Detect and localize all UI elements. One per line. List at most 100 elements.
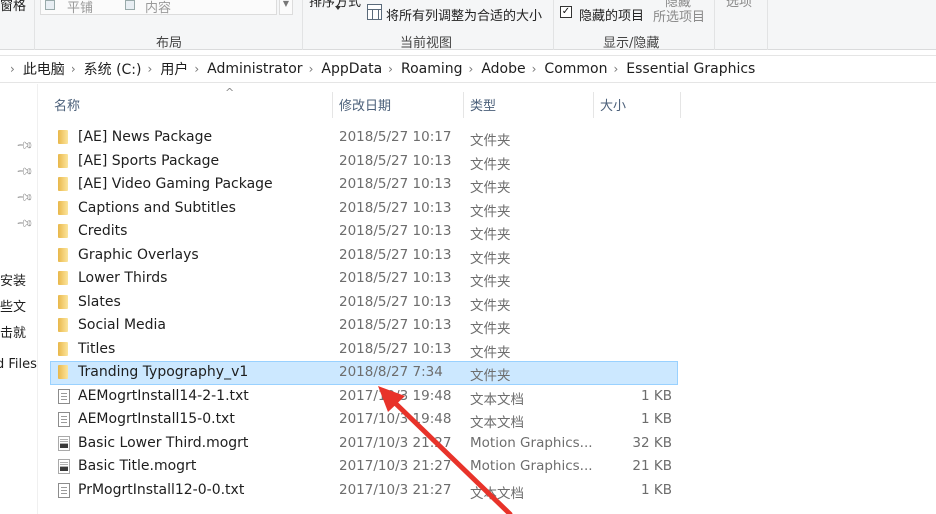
column-resize-handle[interactable] (463, 92, 464, 118)
nav-item[interactable]: 安装 (0, 270, 26, 289)
folder-icon (58, 177, 68, 191)
breadcrumb-item[interactable]: 用户 (160, 59, 188, 79)
mogrt-file-icon (58, 435, 70, 451)
group-separator (553, 0, 554, 50)
breadcrumb-item[interactable]: Roaming (401, 61, 463, 77)
file-list-row[interactable]: Basic Lower Third.mogrt 2017/10/3 21:27 Mo… (50, 432, 678, 456)
file-type: 文件夹 (470, 297, 511, 314)
file-list-row[interactable]: Slates 2018/5/27 10:13 文件夹 (50, 291, 678, 315)
file-list-row[interactable]: AEMogrtInstall14-2-1.txt 2017/10/3 19:48 文… (50, 385, 678, 409)
layout-option-tiles[interactable]: 平铺 (67, 0, 93, 16)
folder-icon (58, 294, 68, 309)
chevron-right-icon[interactable]: › (10, 62, 15, 76)
file-type: 文件夹 (470, 368, 511, 384)
group-separator (714, 0, 715, 50)
chevron-right-icon[interactable]: › (309, 62, 314, 76)
folder-icon (58, 153, 68, 168)
file-name: Lower Thirds (78, 270, 168, 286)
file-list-row[interactable]: [AE] News Package 2018/5/27 10:17 文件夹 (50, 126, 678, 150)
file-size: 1 KB (641, 411, 672, 427)
text-document-icon (58, 388, 70, 404)
file-list-row[interactable]: Lower Thirds 2018/5/27 10:13 文件夹 (50, 267, 678, 291)
file-name: Credits (78, 223, 128, 239)
folder-icon (58, 247, 68, 262)
column-header-type[interactable]: 类型 (470, 95, 496, 114)
chevron-right-icon[interactable]: › (613, 62, 618, 76)
file-list-row[interactable]: [AE] Video Gaming Package 2018/5/27 10:13… (50, 173, 678, 197)
options-button[interactable]: 选项 (726, 0, 752, 10)
breadcrumb-item[interactable]: Common (544, 61, 607, 77)
file-type: 文本文档 (470, 391, 524, 408)
file-name: AEMogrtInstall15-0.txt (78, 411, 235, 427)
chevron-right-icon[interactable]: › (71, 62, 76, 76)
tiles-icon (45, 0, 55, 10)
column-header-date[interactable]: 修改日期 (339, 95, 391, 114)
column-header-size[interactable]: 大小 (600, 95, 626, 114)
file-list-row[interactable]: Captions and Subtitles 2018/5/27 10:13 文件夹 (50, 197, 678, 221)
file-date-modified: 2018/8/27 7:34 (339, 364, 443, 380)
fit-columns-button[interactable]: 将所有列调整为合适的大小 (386, 5, 542, 24)
hidden-items-label[interactable]: 隐藏的项目 (579, 5, 644, 24)
file-list-row[interactable]: Social Media 2018/5/27 10:13 文件夹 (50, 314, 678, 338)
navigation-pane-label[interactable]: 窗格 (0, 0, 26, 14)
file-date-modified: 2018/5/27 10:13 (339, 199, 452, 216)
file-size: 1 KB (641, 481, 672, 498)
file-type: 文件夹 (470, 227, 511, 243)
file-date-modified: 2018/5/27 10:13 (339, 246, 452, 263)
column-resize-handle[interactable] (332, 92, 333, 118)
nav-item[interactable]: 些文 (0, 296, 26, 315)
chevron-right-icon[interactable]: › (194, 62, 199, 76)
chevron-right-icon[interactable]: › (388, 62, 393, 76)
pin-icon[interactable]: 📌︎ (15, 214, 34, 233)
breadcrumb: › 此电脑 › 系统 (C:) › 用户 › Administrator › AppDat… (0, 55, 936, 83)
chevron-right-icon[interactable]: › (148, 62, 153, 76)
sort-ascending-icon: ^ (225, 86, 235, 99)
breadcrumb-item[interactable]: AppData (321, 61, 382, 77)
breadcrumb-item[interactable]: 此电脑 (23, 59, 65, 79)
file-date-modified: 2018/5/27 10:13 (339, 270, 452, 286)
pin-icon[interactable]: 📌︎ (15, 188, 34, 207)
column-resize-handle[interactable] (680, 92, 681, 118)
chevron-right-icon[interactable]: › (532, 62, 537, 76)
file-name: [AE] Sports Package (78, 152, 220, 169)
file-type: 文本文档 (470, 485, 524, 502)
file-type: 文件夹 (470, 274, 511, 290)
folder-icon (58, 271, 68, 285)
hide-selected-items-button[interactable]: 所选项目 (653, 6, 705, 25)
file-list-row[interactable]: PrMogrtInstall12-0-0.txt 2017/10/3 21:27 文… (50, 479, 678, 503)
file-list-row[interactable]: [AE] Sports Package 2018/5/27 10:13 文件夹 (50, 150, 678, 174)
chevron-right-icon[interactable]: › (469, 62, 474, 76)
pin-icon[interactable]: 📌︎ (15, 136, 34, 155)
content-icon (125, 0, 135, 10)
file-list-row[interactable]: AEMogrtInstall15-0.txt 2017/10/3 19:48 文本文… (50, 408, 678, 432)
file-list-row[interactable]: Credits 2018/5/27 10:13 文件夹 (50, 220, 678, 244)
sort-dropdown-arrow-icon[interactable] (335, 6, 341, 10)
nav-item[interactable]: 击就 (0, 322, 26, 341)
file-list-row[interactable]: Tranding Typography_v1 2018/8/27 7:34 文件夹 (50, 361, 678, 385)
column-resize-handle[interactable] (593, 92, 594, 118)
folder-icon (58, 341, 68, 356)
hidden-items-checkbox[interactable]: ✓ (560, 6, 572, 18)
file-type: 文件夹 (470, 180, 511, 196)
file-list-row[interactable]: Graphic Overlays 2018/5/27 10:13 文件夹 (50, 244, 678, 268)
file-size: 21 KB (632, 458, 672, 474)
layout-gallery[interactable]: 平铺 内容 (40, 0, 277, 16)
file-list-row[interactable]: Titles 2018/5/27 10:13 文件夹 (50, 338, 678, 362)
column-header-name[interactable]: 名称 (54, 95, 80, 114)
file-size: 1 KB (641, 387, 672, 404)
group-separator (767, 0, 768, 50)
file-type: Motion Graphics... (470, 458, 593, 474)
file-name: Captions and Subtitles (78, 199, 236, 216)
pin-icon[interactable]: 📌︎ (15, 162, 34, 181)
breadcrumb-item[interactable]: Administrator (207, 61, 302, 77)
breadcrumb-item[interactable]: 系统 (C:) (84, 59, 142, 79)
breadcrumb-item[interactable]: Adobe (481, 61, 525, 77)
file-name: PrMogrtInstall12-0-0.txt (78, 481, 245, 498)
file-list-row[interactable]: Basic Title.mogrt 2017/10/3 21:27 Motion G… (50, 455, 678, 479)
layout-gallery-more-button[interactable]: ▼ (279, 0, 293, 15)
file-name: Slates (78, 293, 121, 310)
layout-option-content[interactable]: 内容 (145, 0, 171, 16)
nav-item[interactable]: d Files (0, 357, 37, 372)
file-type: Motion Graphics... (470, 434, 593, 451)
breadcrumb-item[interactable]: Essential Graphics (626, 61, 755, 77)
